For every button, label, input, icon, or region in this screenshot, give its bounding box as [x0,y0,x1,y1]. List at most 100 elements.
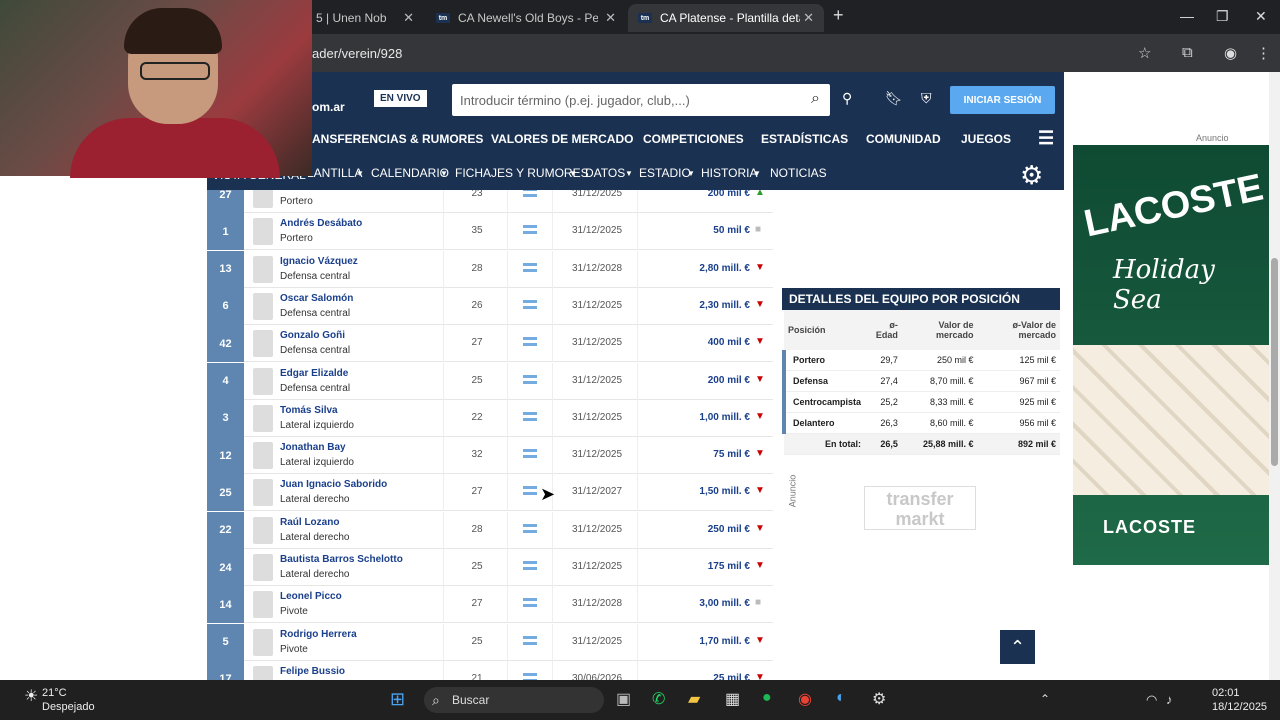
app-icon[interactable]: ⚙ [872,689,886,709]
live-badge[interactable]: EN VIVO [374,90,427,107]
market-value[interactable]: 25 mil € [667,673,750,680]
nav-market-values[interactable]: VALORES DE MERCADO [491,132,633,146]
table-row[interactable]: 42 Gonzalo Goñi Defensa central 27 31/12/202… [207,325,773,363]
close-icon[interactable]: ✕ [605,10,616,26]
chrome-icon[interactable]: ◉ [798,689,812,709]
mouse-cursor: ➤ [540,484,556,504]
player-name[interactable]: Raúl Lozano [280,517,339,528]
scrollbar[interactable] [1269,72,1280,680]
nav-news[interactable]: NOTICIAS [770,166,827,180]
player-age: 32 [471,449,483,461]
player-name[interactable]: Oscar Salomón [280,293,353,304]
edge-icon[interactable]: ◐ [836,689,846,707]
table-row[interactable]: 6 Oscar Salomón Defensa central 26 31/12/202… [207,287,773,325]
task-view-icon[interactable]: ▣ [616,689,631,709]
table-row[interactable]: 22 Raúl Lozano Lateral derecho 28 31/12/2025… [207,511,773,549]
spotify-icon[interactable]: ● [762,689,772,707]
folder-icon[interactable]: ▰ [688,689,700,709]
player-name[interactable]: Gonzalo Goñi [280,330,345,341]
market-value[interactable]: 3,00 mill. € [667,598,750,609]
market-value[interactable]: 1,50 mill. € [667,486,750,497]
nav-transfers[interactable]: ANSFERENCIAS & RUMORES [312,132,483,146]
market-value[interactable]: 75 mil € [667,449,750,460]
table-row[interactable]: 13 Ignacio Vázquez Defensa central 28 31/12/… [207,250,773,288]
gear-icon[interactable]: ⚙ [1020,160,1043,191]
nav-history[interactable]: HISTORIA [701,166,757,180]
tab-newells[interactable]: tm CA Newell's Old Boys - Perfil de ✕ [426,4,626,32]
nav-community[interactable]: COMUNIDAD [866,132,941,146]
market-value[interactable]: 250 mil € [667,524,750,535]
profile-icon[interactable]: ◉ [1224,44,1237,62]
shield-icon[interactable]: ⛨ [921,90,932,107]
store-icon[interactable]: ▦ [725,689,740,709]
extensions-icon[interactable]: ⧉ [1182,44,1193,61]
nav-calendar[interactable]: CALENDARIO [371,166,449,180]
menu-icon[interactable]: ⋮ [1256,44,1271,62]
lacoste-ad[interactable]: LACOSTE Holiday Sea LACOSTE [1073,145,1269,565]
maximize-icon[interactable]: ❐ [1216,8,1229,25]
tab-unen[interactable]: 5 | Unen Nob ✕ [306,4,424,32]
market-value[interactable]: 400 mil € [667,337,750,348]
market-value[interactable]: 1,70 mill. € [667,636,750,647]
new-tab-button[interactable]: + [833,5,844,26]
back-to-top-button[interactable]: ⌃ [1000,630,1035,664]
close-icon[interactable]: ✕ [403,10,414,26]
player-name[interactable]: Bautista Barros Schelotto [280,554,403,565]
wifi-icon[interactable]: ◠ [1146,692,1157,708]
player-position: Defensa central [280,345,351,357]
url-text[interactable]: ader/verein/928 [312,46,402,61]
player-age: 25 [471,374,483,386]
player-name[interactable]: Edgar Elizalde [280,368,348,379]
nav-data[interactable]: DATOS [585,166,625,180]
table-row[interactable]: 14 Leonel Picco Pivote 27 31/12/2028 3,00 mil… [207,586,773,624]
nav-statistics[interactable]: ESTADÍSTICAS [761,132,848,146]
player-age: 23 [471,190,483,199]
player-name[interactable]: Andrés Desábato [280,218,362,229]
nav-competitions[interactable]: COMPETICIONES [643,132,744,146]
login-button[interactable]: INICIAR SESIÓN [950,86,1055,114]
table-row[interactable]: 12 Jonathan Bay Lateral izquierdo 32 31/12/2… [207,437,773,475]
market-value[interactable]: 50 mil € [667,225,750,236]
user-search-icon[interactable]: ⚲ [842,90,852,107]
table-row[interactable]: 5 Rodrigo Herrera Pivote 25 31/12/2025 1,70 m… [207,623,773,661]
player-name[interactable]: Felipe Bussio [280,666,345,677]
player-name[interactable]: Rodrigo Herrera [280,629,357,640]
table-row[interactable]: 17 Felipe Bussio 21 30/06/2026 25 mil € ▼ [207,660,773,680]
volume-icon[interactable]: ♪ [1166,692,1173,707]
table-row[interactable]: 27 Portero 23 31/12/2025 200 mil € ▲ [207,190,773,213]
market-value[interactable]: 175 mil € [667,561,750,572]
search-input[interactable]: Introducir término (p.ej. jugador, club,… [452,84,830,116]
chevron-up-icon[interactable]: ⌃ [1040,692,1050,706]
market-value[interactable]: 2,30 mill. € [667,300,750,311]
close-icon[interactable]: ✕ [803,10,814,26]
table-row[interactable]: 24 Bautista Barros Schelotto Lateral derec… [207,549,773,586]
player-name[interactable]: Juan Ignacio Saborido [280,479,387,490]
table-row[interactable]: 3 Tomás Silva Lateral izquierdo 22 31/12/202… [207,399,773,437]
player-name[interactable]: Leonel Picco [280,591,342,602]
table-row[interactable]: 4 Edgar Elizalde Defensa central 25 31/12/20… [207,362,773,400]
market-value[interactable]: 200 mil € [667,375,750,386]
player-name[interactable]: Tomás Silva [280,405,338,416]
bookmark-icon[interactable]: 🔖︎ [885,90,903,107]
windows-start-icon[interactable]: ⊞ [390,689,405,710]
table-row[interactable]: 1 Andrés Desábato Portero 35 31/12/2025 50 mi… [207,213,773,251]
nav-stadium[interactable]: ESTADIO [639,166,691,180]
player-name[interactable]: Ignacio Vázquez [280,256,358,267]
window-close-icon[interactable]: ✕ [1255,8,1267,25]
nav-games[interactable]: JUEGOS [961,132,1011,146]
player-age: 27 [471,598,483,610]
market-value[interactable]: 1,00 mill. € [667,412,750,423]
player-name[interactable]: Jonathan Bay [280,442,346,453]
whatsapp-icon[interactable]: ✆ [652,689,665,709]
shirt-number: 14 [207,586,244,624]
taskbar-search[interactable]: Buscar [424,687,604,713]
table-row[interactable]: 25 Juan Ignacio Saborido Lateral derecho 27… [207,474,773,512]
hamburger-icon[interactable]: ☰ [1038,128,1054,149]
minimize-icon[interactable]: — [1180,8,1194,24]
bookmark-star-icon[interactable]: ☆ [1138,44,1151,62]
site-logo[interactable]: om.ar [312,100,345,114]
search-icon[interactable]: ⌕ [811,90,820,108]
market-value[interactable]: 200 mil € [667,190,750,199]
tab-platense[interactable]: tm CA Platense - Plantilla detallada ✕ [628,4,824,32]
market-value[interactable]: 2,80 mill. € [667,263,750,274]
